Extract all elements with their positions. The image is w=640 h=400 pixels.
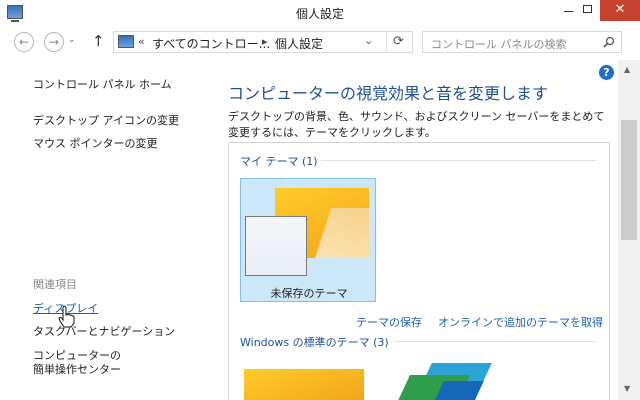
breadcrumb-separator-icon[interactable]: ▸ — [262, 35, 268, 48]
control-panel-icon — [118, 35, 134, 48]
page-description: デスクトップの背景、色、サウンド、およびスクリーン セーバーをまとめて変更するに… — [228, 110, 605, 139]
chevron-down-icon: ⌄ — [68, 35, 76, 45]
address-dropdown-icon[interactable]: ⌄ — [364, 34, 373, 47]
window-title: 個人設定 — [295, 7, 344, 21]
close-button[interactable]: ✕ — [600, 0, 640, 21]
group-windows-themes: Windows の標準のテーマ (3) — [240, 336, 389, 349]
sidebar-item-ease-of-access-line2[interactable]: 簡単操作センター — [33, 361, 121, 377]
breadcrumb-personalization[interactable]: 個人設定 — [275, 35, 323, 52]
theme-thumbnail-windows[interactable] — [244, 369, 364, 400]
refresh-button[interactable]: ⟳ — [386, 32, 410, 52]
navigation-bar: ← → ⌄ ↑ « すべてのコントロー... ▸ 個人設定 ⌄ ⟳ コントロール… — [0, 26, 640, 60]
scroll-up-icon[interactable]: ▲ — [624, 65, 630, 74]
scroll-down-icon[interactable]: ▼ — [624, 384, 630, 393]
minimize-icon — [564, 11, 573, 12]
maximize-icon — [583, 5, 592, 13]
search-box[interactable]: コントロール パネルの検索 — [422, 31, 622, 53]
save-theme-link[interactable]: テーマの保存 — [356, 314, 422, 330]
theme-thumbnail-lines[interactable] — [393, 363, 493, 400]
scrollbar-thumb[interactable] — [621, 120, 637, 240]
recent-locations-button[interactable]: ⌄ — [68, 35, 76, 45]
theme-thumbnail — [245, 188, 369, 278]
page-title: コンピューターの視覚効果と音を変更します — [228, 84, 549, 103]
address-field[interactable]: « すべてのコントロー... ▸ 個人設定 ⌄ ⟳ — [113, 31, 413, 53]
up-arrow-icon: ↑ — [92, 32, 105, 50]
search-icon[interactable] — [603, 36, 615, 48]
title-bar: 個人設定 ✕ — [0, 0, 640, 26]
hand-cursor-icon — [58, 305, 75, 328]
theme-name: 未保存のテーマ — [270, 287, 348, 300]
search-placeholder: コントロール パネルの検索 — [431, 38, 567, 51]
back-arrow-icon: ← — [18, 35, 30, 49]
up-button[interactable]: ↑ — [92, 32, 105, 50]
sidebar-item-taskbar[interactable]: タスクバーとナビゲーション — [33, 323, 175, 339]
group-my-themes: マイ テーマ (1) — [240, 155, 318, 168]
maximize-button[interactable] — [575, 0, 601, 21]
back-button[interactable]: ← — [14, 32, 34, 52]
sidebar: コントロール パネル ホーム デスクトップ アイコンの変更 マウス ポインターの… — [0, 60, 200, 400]
refresh-icon: ⟳ — [393, 34, 404, 49]
get-more-themes-link[interactable]: オンラインで追加のテーマを取得 — [438, 314, 603, 330]
close-icon: ✕ — [614, 2, 626, 17]
thumbnail-window — [245, 216, 307, 276]
vertical-scrollbar[interactable]: ▲ ▼ — [618, 60, 640, 400]
group-divider — [394, 341, 596, 342]
help-icon[interactable]: ? — [599, 65, 614, 80]
forward-button[interactable]: → — [44, 32, 64, 52]
breadcrumb-all-control-panel[interactable]: すべてのコントロー... — [152, 35, 270, 52]
group-divider — [321, 160, 596, 161]
theme-tile-unsaved[interactable]: 未保存のテーマ — [240, 178, 376, 302]
theme-list: マイ テーマ (1) 未保存のテーマ テーマの保存 オンラインで追加のテーマを取… — [228, 142, 610, 400]
related-heading: 関連項目 — [33, 278, 77, 291]
breadcrumb-overflow-icon[interactable]: « — [138, 35, 145, 48]
sidebar-item-control-panel-home[interactable]: コントロール パネル ホーム — [33, 76, 172, 92]
sidebar-item-desktop-icons[interactable]: デスクトップ アイコンの変更 — [33, 112, 179, 128]
sidebar-item-mouse-pointers[interactable]: マウス ポインターの変更 — [33, 135, 158, 151]
forward-arrow-icon: → — [48, 35, 60, 49]
